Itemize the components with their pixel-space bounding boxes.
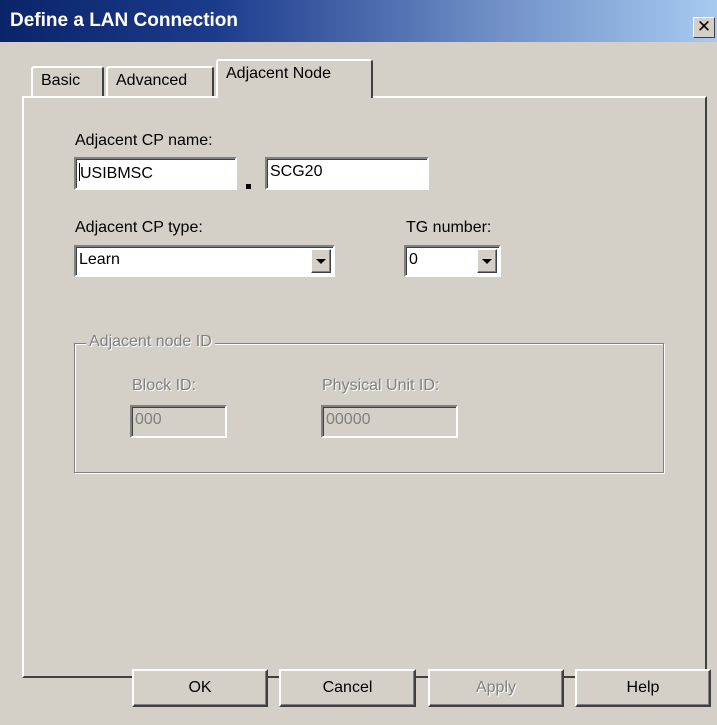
tg-number-select[interactable]: 0: [404, 245, 501, 277]
cancel-button[interactable]: Cancel: [279, 669, 416, 707]
help-button[interactable]: Help: [575, 669, 711, 707]
tab-basic-label: Basic: [41, 72, 81, 89]
block-id-input[interactable]: 000: [130, 405, 227, 438]
apply-button[interactable]: Apply: [428, 669, 564, 707]
network-name-input[interactable]: USIBMSC: [74, 157, 237, 190]
chevron-down-icon[interactable]: [311, 249, 331, 273]
physical-unit-id-label: Physical Unit ID:: [322, 377, 440, 394]
title-bar[interactable]: Define a LAN Connection ✕: [0, 0, 717, 42]
ok-button[interactable]: OK: [132, 669, 268, 707]
tg-number-label: TG number:: [406, 219, 492, 236]
adjacent-cp-type-select[interactable]: Learn: [74, 245, 335, 277]
tg-number-value: 0: [409, 251, 418, 268]
cp-name-value: SCG20: [270, 163, 323, 180]
tab-advanced-label: Advanced: [116, 72, 188, 89]
name-separator-dot: [246, 184, 251, 189]
tab-adjacent-node-label: Adjacent Node: [226, 65, 331, 82]
cp-name-input[interactable]: SCG20: [265, 157, 429, 190]
adjacent-cp-name-label: Adjacent CP name:: [75, 132, 213, 149]
block-id-value: 000: [135, 411, 162, 428]
window-title: Define a LAN Connection: [10, 10, 239, 31]
adjacent-cp-type-label: Adjacent CP type:: [75, 219, 203, 236]
adjacent-node-id-legend: Adjacent node ID: [86, 333, 215, 351]
physical-unit-id-value: 00000: [326, 411, 371, 428]
dialog-window: Define a LAN Connection ✕ Basic Advanced…: [0, 0, 717, 725]
chevron-down-icon[interactable]: [477, 249, 497, 273]
close-icon[interactable]: ✕: [693, 17, 715, 38]
adjacent-cp-type-value: Learn: [79, 251, 120, 268]
tab-advanced[interactable]: Advanced: [106, 66, 214, 96]
physical-unit-id-input[interactable]: 00000: [321, 405, 458, 438]
network-name-value: USIBMSC: [80, 165, 153, 182]
block-id-label: Block ID:: [132, 377, 197, 394]
tab-adjacent-node[interactable]: Adjacent Node: [216, 59, 373, 98]
tab-basic[interactable]: Basic: [31, 66, 104, 96]
